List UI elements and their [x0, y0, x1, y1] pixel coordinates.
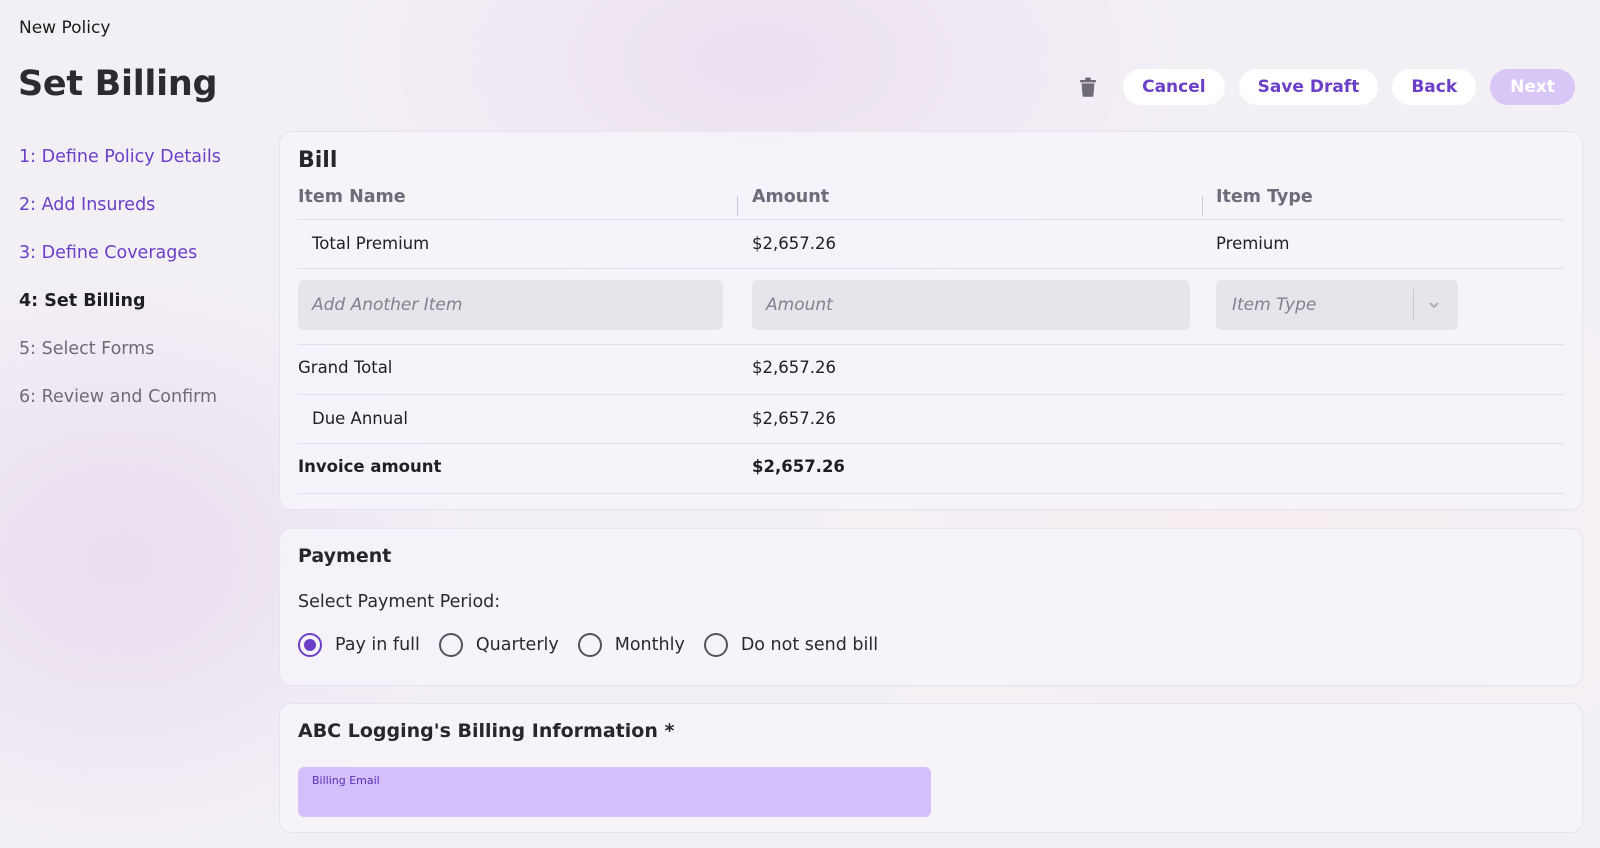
radio-label: Monthly [614, 635, 685, 655]
item-type: Premium [1216, 234, 1290, 253]
payment-period-label: Select Payment Period: [298, 592, 501, 612]
column-separator [1202, 196, 1203, 216]
bill-card: Bill Item Name Amount Item Type Total Pr… [279, 131, 1583, 510]
amount-input[interactable]: Amount [752, 280, 1190, 330]
invoice-row: Invoice amount $2,657.26 [298, 444, 1564, 494]
item-type-placeholder: Item Type [1232, 295, 1317, 315]
column-amount: Amount [752, 187, 830, 207]
billing-info-card: ABC Logging's Billing Information * Bill… [279, 703, 1583, 833]
step-select-forms: 5: Select Forms [19, 339, 155, 359]
billing-email-field[interactable]: Billing Email [298, 767, 931, 817]
payment-card: Payment Select Payment Period: Pay in fu… [279, 528, 1583, 686]
action-bar: Cancel Save Draft Back Next [1077, 69, 1575, 105]
payment-period-options: Pay in full Quarterly Monthly Do not sen… [298, 633, 897, 657]
table-row: Total Premium $2,657.26 Premium [298, 220, 1564, 269]
radio-button[interactable] [438, 633, 463, 657]
due-row: Due Annual $2,657.26 [298, 395, 1564, 444]
due-amount: $2,657.26 [752, 409, 836, 428]
trash-icon[interactable] [1077, 76, 1099, 98]
bill-table-header: Item Name Amount Item Type [298, 184, 1564, 220]
step-define-coverages[interactable]: 3: Define Coverages [19, 242, 221, 290]
radio-button[interactable] [703, 633, 728, 657]
radio-monthly[interactable]: Monthly [577, 633, 685, 657]
chevron-down-icon [1429, 302, 1439, 309]
radio-label: Do not send bill [740, 635, 879, 655]
select-divider [1413, 289, 1414, 321]
back-button[interactable]: Back [1392, 69, 1477, 105]
billing-email-label: Billing Email [312, 774, 380, 787]
page-title: Set Billing [18, 64, 218, 104]
column-item-type: Item Type [1216, 187, 1313, 207]
radio-pay-in-full[interactable]: Pay in full [298, 633, 420, 657]
grand-total-label: Grand Total [298, 358, 393, 377]
invoice-label: Invoice amount [298, 457, 442, 476]
step-review-and-confirm: 6: Review and Confirm [19, 387, 218, 407]
due-label: Due Annual [312, 409, 408, 428]
radio-label: Quarterly [475, 635, 559, 655]
radio-button[interactable] [577, 633, 602, 657]
radio-label: Pay in full [335, 635, 420, 655]
grand-total-amount: $2,657.26 [752, 358, 836, 377]
breadcrumb: New Policy [19, 18, 111, 38]
item-type-select[interactable]: Item Type [1216, 280, 1458, 330]
step-define-policy-details[interactable]: 1: Define Policy Details [19, 146, 221, 194]
billing-info-title: ABC Logging's Billing Information * [298, 720, 675, 742]
item-name: Total Premium [312, 234, 430, 253]
column-separator [737, 196, 738, 216]
radio-do-not-send-bill[interactable]: Do not send bill [703, 633, 879, 657]
radio-quarterly[interactable]: Quarterly [438, 633, 559, 657]
cancel-button[interactable]: Cancel [1123, 69, 1225, 105]
radio-button-selected[interactable] [298, 633, 322, 657]
item-amount: $2,657.26 [752, 234, 836, 253]
payment-title: Payment [298, 545, 392, 567]
step-add-insureds[interactable]: 2: Add Insureds [19, 194, 221, 242]
bill-title: Bill [298, 148, 338, 173]
step-set-billing: 4: Set Billing [19, 291, 146, 311]
add-item-input[interactable]: Add Another Item [298, 280, 723, 330]
save-draft-button[interactable]: Save Draft [1238, 69, 1379, 105]
step-navigation: 1: Define Policy Details 2: Add Insureds… [19, 146, 221, 434]
column-item-name: Item Name [298, 187, 406, 207]
invoice-amount: $2,657.26 [752, 457, 845, 476]
grand-total-row: Grand Total $2,657.26 [298, 345, 1564, 395]
next-button: Next [1490, 69, 1575, 105]
new-item-row: Add Another Item Amount Item Type [298, 269, 1564, 345]
